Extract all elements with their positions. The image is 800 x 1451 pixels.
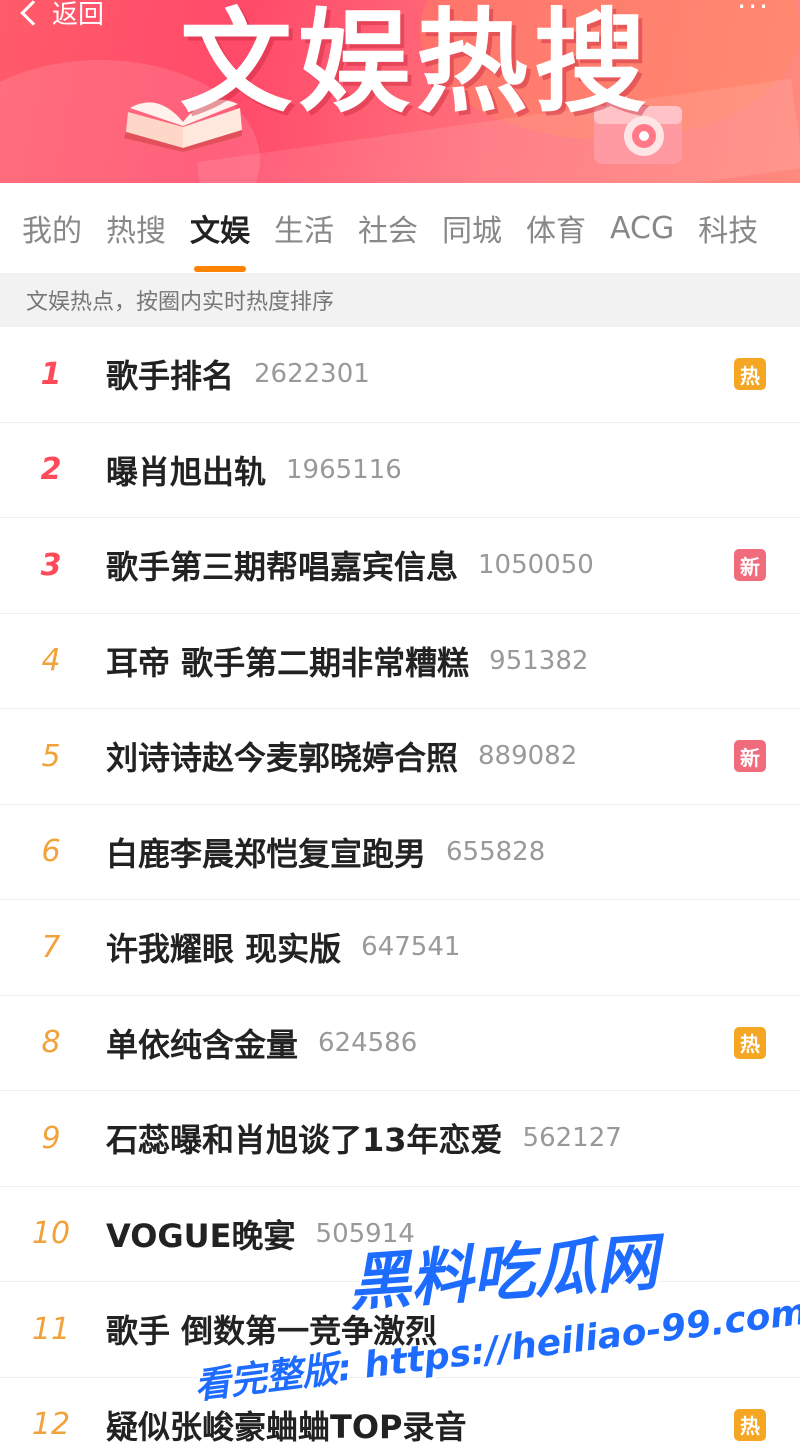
item-title: 曝肖旭出轨 [106, 452, 267, 491]
new-badge: 新 [734, 549, 766, 582]
hot-list-item[interactable]: 3 歌手第三期帮唱嘉宾信息 1050050 新 [0, 518, 800, 614]
list-description: 文娱热点，按圈内实时热度排序 [0, 273, 800, 327]
tab-entertainment[interactable]: 文娱 [190, 206, 250, 250]
rank-number: 7 [41, 929, 61, 965]
heat-count: 647541 [361, 932, 461, 963]
category-tabs: 我的 热搜 文娱 生活 社会 同城 体育 ACG 科技 [0, 183, 800, 273]
rank-number: 12 [31, 1407, 71, 1443]
item-title: 耳帝 歌手第二期非常糟糕 [106, 643, 470, 682]
tab-society[interactable]: 社会 [358, 206, 418, 250]
rank-number: 6 [41, 834, 61, 870]
hot-list-item[interactable]: 4 耳帝 歌手第二期非常糟糕 951382 [0, 614, 800, 709]
rank-number: 1 [40, 356, 62, 392]
heat-count: 1965116 [286, 454, 402, 485]
heat-count: 562127 [522, 1123, 622, 1154]
heat-count: 655828 [446, 836, 546, 867]
hot-badge: 热 [734, 358, 766, 391]
tab-sports[interactable]: 体育 [526, 206, 586, 250]
chevron-left-icon [20, 0, 46, 26]
back-label: 返回 [52, 0, 105, 30]
rank-number: 11 [31, 1311, 71, 1347]
tab-life[interactable]: 生活 [274, 206, 334, 250]
hot-list-item[interactable]: 8 单依纯含金量 624586 热 [0, 996, 800, 1091]
heat-count: 951382 [489, 645, 589, 676]
hot-badge: 热 [734, 1026, 766, 1059]
more-button[interactable]: ··· [737, 0, 770, 23]
rank-number: 9 [41, 1120, 61, 1156]
hot-list-item[interactable]: 2 曝肖旭出轨 1965116 [0, 423, 800, 518]
header-banner: 返回 ··· 文娱热搜 [0, 0, 800, 183]
item-title: 单依纯含金量 [106, 1025, 299, 1064]
hot-list-item[interactable]: 7 许我耀眼 现实版 647541 [0, 900, 800, 996]
hot-list-item[interactable]: 1 歌手排名 2622301 热 [0, 327, 800, 423]
hot-list-item[interactable]: 9 石蕊曝和肖旭谈了13年恋爱 562127 [0, 1091, 800, 1187]
rank-number: 2 [40, 452, 62, 488]
rank-number: 4 [41, 643, 61, 679]
item-title: 许我耀眼 现实版 [106, 930, 342, 969]
heat-count: 624586 [318, 1027, 418, 1058]
rank-number: 5 [41, 738, 61, 774]
tab-mine[interactable]: 我的 [22, 206, 82, 250]
item-title: 疑似张峻豪蛐蛐TOP录音 [106, 1407, 467, 1446]
tab-tech[interactable]: 科技 [698, 206, 758, 250]
rank-number: 10 [31, 1216, 71, 1252]
banner-title: 文娱热搜 [180, 0, 652, 128]
item-title: 白鹿李晨郑恺复宣跑男 [106, 834, 427, 873]
tab-hot-search[interactable]: 热搜 [106, 206, 166, 250]
new-badge: 新 [734, 740, 766, 773]
hot-list-item[interactable]: 6 白鹿李晨郑恺复宣跑男 655828 [0, 805, 800, 900]
heat-count: 1050050 [478, 550, 594, 581]
item-title: 刘诗诗赵今麦郭晓婷合照 [106, 739, 459, 778]
item-title: VOGUE晚宴 [106, 1216, 296, 1255]
hot-list-item[interactable]: 5 刘诗诗赵今麦郭晓婷合照 889082 新 [0, 709, 800, 805]
back-button[interactable]: 返回 [20, 0, 105, 31]
rank-number: 3 [40, 547, 62, 583]
heat-count: 889082 [478, 741, 578, 772]
item-title: 歌手第三期帮唱嘉宾信息 [106, 548, 459, 587]
item-title: 石蕊曝和肖旭谈了13年恋爱 [106, 1121, 503, 1160]
rank-number: 8 [41, 1025, 61, 1061]
hot-list-item[interactable]: 12 疑似张峻豪蛐蛐TOP录音 热 [0, 1378, 800, 1451]
heat-count: 2622301 [254, 359, 370, 390]
tab-local[interactable]: 同城 [442, 206, 502, 250]
tab-acg[interactable]: ACG [610, 211, 674, 246]
item-title: 歌手排名 [106, 357, 235, 396]
hot-badge: 热 [734, 1408, 766, 1441]
